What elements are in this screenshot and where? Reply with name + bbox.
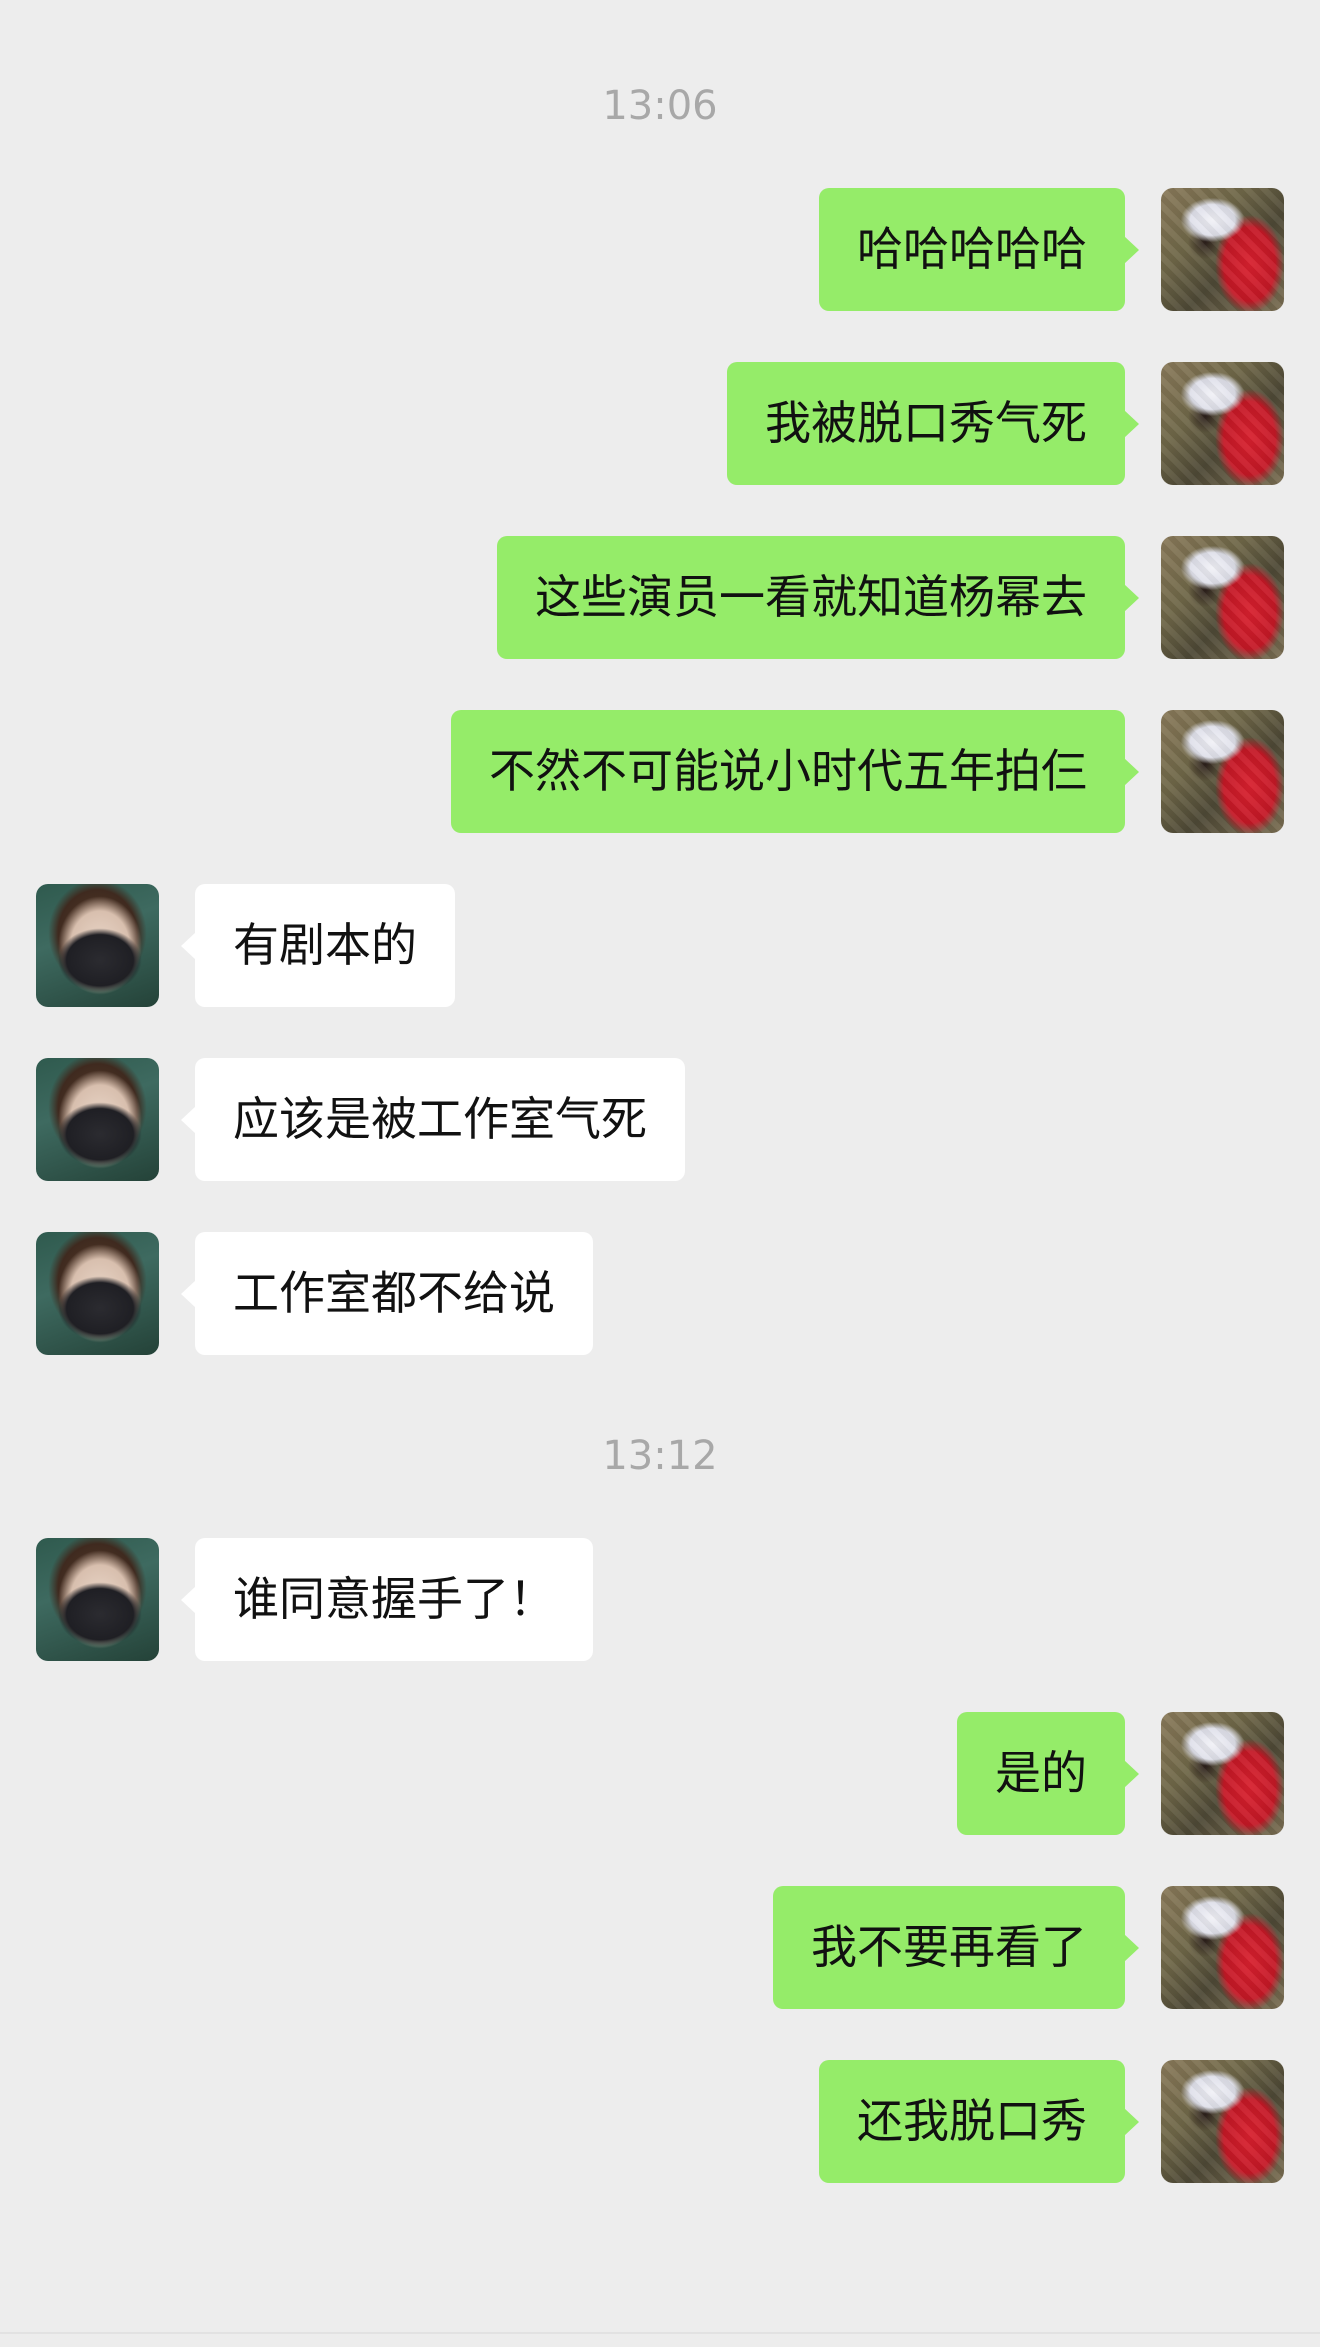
contact-avatar[interactable] (36, 884, 159, 1007)
message-row-outgoing: 我不要再看了 (0, 1886, 1320, 2009)
my-avatar[interactable] (1161, 362, 1284, 485)
message-row-outgoing: 哈哈哈哈哈 (0, 188, 1320, 311)
input-bar-divider (0, 2332, 1320, 2334)
my-avatar[interactable] (1161, 536, 1284, 659)
my-avatar[interactable] (1161, 1712, 1284, 1835)
contact-avatar[interactable] (36, 1058, 159, 1181)
message-bubble-outgoing[interactable]: 哈哈哈哈哈 (819, 188, 1139, 311)
message-bubble-outgoing[interactable]: 是的 (957, 1712, 1139, 1835)
message-bubble-incoming[interactable]: 应该是被工作室气死 (181, 1058, 685, 1181)
message-row-outgoing: 不然不可能说小时代五年拍仨 (0, 710, 1320, 833)
contact-avatar[interactable] (36, 1232, 159, 1355)
message-row-incoming: 应该是被工作室气死 (0, 1058, 1320, 1181)
message-bubble-incoming[interactable]: 工作室都不给说 (181, 1232, 593, 1355)
message-row-outgoing: 这些演员一看就知道杨幂去 (0, 536, 1320, 659)
message-bubble-outgoing[interactable]: 我不要再看了 (773, 1886, 1139, 2009)
my-avatar[interactable] (1161, 1886, 1284, 2009)
my-avatar[interactable] (1161, 710, 1284, 833)
message-row-incoming: 有剧本的 (0, 884, 1320, 1007)
chat-timestamp: 13:12 (602, 1433, 718, 1479)
my-avatar[interactable] (1161, 188, 1284, 311)
message-bubble-outgoing[interactable]: 这些演员一看就知道杨幂去 (497, 536, 1139, 659)
message-bubble-outgoing[interactable]: 不然不可能说小时代五年拍仨 (451, 710, 1139, 833)
message-bubble-outgoing[interactable]: 我被脱口秀气死 (727, 362, 1139, 485)
contact-avatar[interactable] (36, 1538, 159, 1661)
message-bubble-incoming[interactable]: 有剧本的 (181, 884, 455, 1007)
message-row-outgoing: 是的 (0, 1712, 1320, 1835)
message-bubble-incoming[interactable]: 谁同意握手了！ (181, 1538, 593, 1661)
message-row-outgoing: 还我脱口秀 (0, 2060, 1320, 2183)
message-row-incoming: 工作室都不给说 (0, 1232, 1320, 1355)
chat-timestamp: 13:06 (602, 83, 718, 129)
message-bubble-outgoing[interactable]: 还我脱口秀 (819, 2060, 1139, 2183)
message-row-incoming: 谁同意握手了！ (0, 1538, 1320, 1661)
my-avatar[interactable] (1161, 2060, 1284, 2183)
message-row-outgoing: 我被脱口秀气死 (0, 362, 1320, 485)
